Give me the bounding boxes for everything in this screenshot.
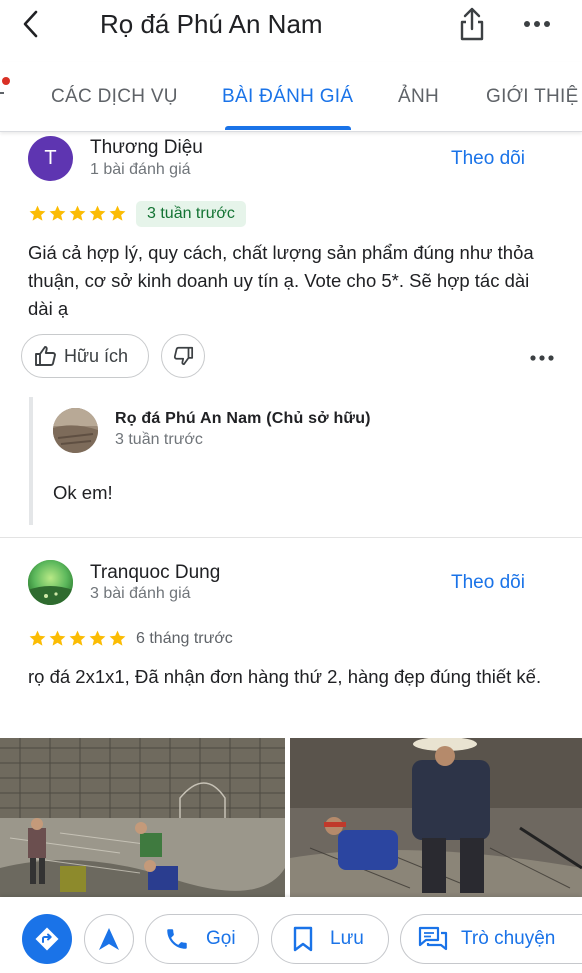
app-bar: Rọ đá Phú An Nam xyxy=(0,0,582,52)
avatar[interactable] xyxy=(28,560,73,605)
reviewer-review-count: 3 bài đánh giá xyxy=(90,585,191,602)
owner-reply-bar xyxy=(29,397,33,525)
notification-dot xyxy=(2,77,10,85)
back-arrow-icon xyxy=(23,10,38,38)
review-options-button[interactable] xyxy=(530,350,554,368)
star-icon xyxy=(89,205,106,221)
review-text: Giá cả hợp lý, quy cách, chất lượng sản … xyxy=(28,242,534,319)
review-photo[interactable] xyxy=(0,738,285,900)
review-text: rọ đá 2x1x1, Đã nhận đơn hàng thứ 2, hàn… xyxy=(28,666,542,687)
helpful-label: Hữu ích xyxy=(64,345,129,366)
thumbs-down-icon xyxy=(173,346,194,366)
directions-icon xyxy=(35,927,59,951)
tab-services[interactable]: CÁC DỊCH VỤ xyxy=(51,86,178,108)
start-navigation-button[interactable] xyxy=(84,914,134,964)
review-divider xyxy=(0,537,582,538)
review-photo[interactable] xyxy=(290,738,582,900)
review-photos xyxy=(0,738,582,900)
chat-button[interactable]: Trò chuyện xyxy=(400,914,582,964)
chat-label: Trò chuyện xyxy=(461,928,556,949)
more-horizontal-icon xyxy=(524,21,550,27)
review-time: 6 tháng trước xyxy=(136,630,233,647)
phone-icon xyxy=(167,929,187,949)
star-icon xyxy=(29,630,46,646)
tab-photos[interactable]: ẢNH xyxy=(398,86,439,108)
owner-reply-name: Rọ đá Phú An Nam (Chủ sở hữu) xyxy=(115,410,371,427)
reviewer-review-count: 1 bài đánh giá xyxy=(90,161,191,178)
star-icon xyxy=(109,630,126,646)
not-helpful-button[interactable] xyxy=(161,334,205,378)
call-label: Gọi xyxy=(206,928,236,949)
tab-about[interactable]: GIỚI THIỆ xyxy=(486,86,579,108)
save-label: Lưu xyxy=(330,928,364,949)
star-icon xyxy=(69,205,86,221)
star-icon xyxy=(49,630,66,646)
owner-avatar-image xyxy=(53,408,98,453)
follow-button[interactable]: Theo dõi xyxy=(451,148,525,170)
bookmark-icon xyxy=(293,926,313,952)
tab-reviews[interactable]: BÀI ĐÁNH GIÁ xyxy=(222,86,353,108)
navigation-arrow-icon xyxy=(99,928,119,950)
star-rating xyxy=(28,629,127,648)
owner-avatar xyxy=(53,408,98,453)
active-tab-indicator xyxy=(225,126,351,130)
star-icon xyxy=(109,205,126,221)
owner-reply-text: Ok em! xyxy=(53,482,113,503)
call-button[interactable]: Gọi xyxy=(145,914,259,964)
star-icon xyxy=(69,630,86,646)
avatar[interactable]: T xyxy=(28,136,73,181)
star-icon xyxy=(29,205,46,221)
chat-icon xyxy=(418,926,448,951)
reviewer-name[interactable]: Tranquoc Dung xyxy=(90,562,220,584)
star-icon xyxy=(49,205,66,221)
helpful-button[interactable]: Hữu ích xyxy=(21,334,149,378)
directions-button[interactable] xyxy=(22,914,72,964)
star-icon xyxy=(89,630,106,646)
share-icon xyxy=(460,7,484,41)
back-button[interactable] xyxy=(14,6,50,42)
gabion-wall-photo xyxy=(0,738,285,900)
owner-reply-time: 3 tuần trước xyxy=(115,431,203,448)
more-options-button[interactable] xyxy=(522,14,552,34)
tab-bar: CÁC DỊCH VỤ BÀI ĐÁNH GIÁ ẢNH GIỚI THIỆ xyxy=(0,62,582,132)
avatar-initial: T xyxy=(44,147,57,169)
workers-photo xyxy=(290,738,582,900)
star-rating xyxy=(28,204,127,223)
share-button[interactable] xyxy=(455,5,489,43)
reviewer-name[interactable]: Thương Diệu xyxy=(90,137,203,159)
thumbs-up-icon xyxy=(35,346,56,366)
bottom-action-bar: Gọi Lưu Trò chuyện xyxy=(0,897,582,973)
follow-button[interactable]: Theo dõi xyxy=(451,572,525,594)
save-button[interactable]: Lưu xyxy=(271,914,389,964)
tab-edge-marker xyxy=(0,92,4,94)
avatar-image xyxy=(28,560,73,605)
review-time-badge: 3 tuần trước xyxy=(136,201,246,227)
more-horizontal-icon xyxy=(530,355,554,361)
page-title: Rọ đá Phú An Nam xyxy=(100,9,323,39)
